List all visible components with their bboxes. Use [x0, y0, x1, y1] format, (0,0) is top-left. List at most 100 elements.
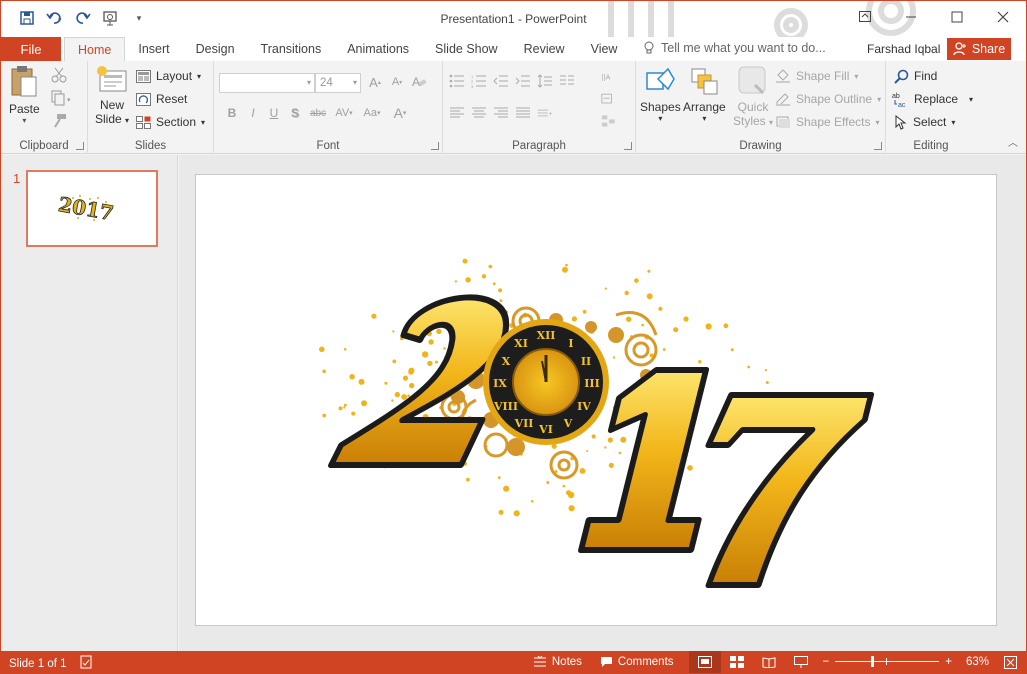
format-painter-button[interactable] — [51, 111, 67, 131]
shadow-button[interactable]: S — [287, 105, 303, 121]
comments-button[interactable]: Comments — [591, 651, 683, 673]
new-slide-button[interactable]: New Slide ▾ — [95, 65, 129, 128]
strikethrough-button[interactable]: abc — [308, 105, 328, 121]
font-size-combo[interactable]: 24 ▾ — [315, 73, 361, 93]
copy-button[interactable]: ▾ — [51, 88, 73, 108]
svg-text:II: II — [581, 355, 591, 368]
zoom-out-button[interactable]: − — [817, 651, 832, 673]
arrange-button[interactable]: Arrange ▾ — [683, 65, 726, 123]
clipboard-launcher-icon[interactable] — [76, 142, 84, 150]
section-label: Section — [156, 115, 197, 129]
new-year-2017-clipart[interactable]: XIIIII IIIIVV VIVIIVIII IXXXI — [196, 175, 996, 625]
normal-view-button[interactable] — [688, 651, 721, 673]
reading-view-button[interactable] — [753, 651, 785, 673]
chevron-down-icon: ▾ — [969, 94, 974, 104]
user-name[interactable]: Farshad Iqbal — [867, 42, 940, 56]
align-left-icon[interactable] — [449, 105, 465, 121]
tab-transitions[interactable]: Transitions — [248, 37, 335, 61]
replace-button[interactable]: ab ac Replace ▾ — [892, 89, 973, 109]
tab-insert[interactable]: Insert — [125, 37, 182, 61]
chevron-down-icon: ▾ — [197, 71, 202, 81]
quick-styles-button[interactable]: Quick Styles ▾ — [733, 65, 773, 130]
clear-formatting-icon[interactable]: A — [411, 74, 427, 90]
smartart-icon[interactable] — [601, 113, 617, 129]
drawing-launcher-icon[interactable] — [874, 142, 882, 150]
underline-button[interactable]: U — [266, 105, 282, 121]
find-button[interactable]: Find — [894, 66, 937, 86]
thumbnail-art-text: 2017 — [57, 192, 116, 225]
tab-home[interactable]: Home — [64, 37, 126, 62]
tab-animations[interactable]: Animations — [334, 37, 422, 61]
svg-text:ac: ac — [898, 102, 906, 108]
zoom-slider-handle[interactable] — [871, 656, 875, 667]
group-drawing: Shapes ▾ Arrange ▾ Quick Styles ▾ Shape F… — [636, 61, 886, 154]
zoom-slider[interactable] — [835, 651, 940, 673]
shrink-font-icon[interactable]: A ▾ — [389, 74, 405, 90]
share-label: Share — [971, 42, 1006, 56]
maximize-icon[interactable] — [934, 1, 980, 33]
minimize-icon[interactable] — [888, 1, 934, 33]
slide-edit-pane: XII I II III IV V VI VII VIII IX X XI — [179, 155, 1026, 651]
font-name-combo[interactable]: ▾ — [219, 73, 315, 93]
bold-button[interactable]: B — [224, 105, 240, 121]
layout-button[interactable]: Layout ▾ — [136, 66, 201, 86]
decrease-indent-icon[interactable] — [493, 73, 509, 89]
ribbon-display-icon[interactable] — [842, 1, 888, 33]
chevron-down-icon: ▾ — [22, 116, 27, 125]
paste-button[interactable]: Paste ▾ — [9, 65, 40, 125]
paint-bucket-icon — [776, 69, 790, 83]
bullets-icon[interactable] — [449, 73, 465, 89]
tab-view[interactable]: View — [578, 37, 631, 61]
quick-styles-label-2: Styles — [733, 114, 766, 128]
collapse-ribbon-icon[interactable]: ︿ — [1008, 134, 1018, 149]
slide-sorter-icon — [729, 656, 744, 668]
columns-icon[interactable] — [559, 73, 575, 89]
text-direction-icon[interactable]: ||A — [601, 69, 617, 85]
shape-fill-label: Shape Fill — [796, 69, 850, 83]
paragraph-launcher-icon[interactable] — [624, 142, 632, 150]
tell-me-box[interactable]: Tell me what you want to do... — [643, 41, 826, 55]
increase-indent-icon[interactable] — [515, 73, 531, 89]
group-slides: New Slide ▾ Layout ▾ Reset Section ▾ Slides — [88, 61, 214, 154]
slide-thumbnail[interactable]: 2017 — [26, 170, 158, 247]
reset-button[interactable]: Reset — [136, 89, 187, 109]
zoom-in-button[interactable]: + — [943, 651, 960, 673]
character-spacing-button[interactable]: AV ▾ — [333, 105, 355, 121]
share-button[interactable]: Share — [947, 38, 1011, 60]
notes-button[interactable]: Notes — [524, 651, 591, 673]
align-center-icon[interactable] — [471, 105, 487, 121]
shape-effects-icon — [776, 116, 790, 128]
slide-show-button[interactable] — [785, 651, 817, 673]
section-button[interactable]: Section ▾ — [136, 112, 205, 132]
fit-slide-button[interactable] — [995, 651, 1026, 673]
shape-effects-button[interactable]: Shape Effects ▾ — [775, 112, 880, 132]
slide-canvas[interactable]: XII I II III IV V VI VII VIII IX X XI — [195, 174, 997, 626]
tab-file[interactable]: File — [1, 37, 61, 61]
tab-design[interactable]: Design — [183, 37, 248, 61]
shapes-button[interactable]: Shapes ▾ — [640, 65, 681, 123]
tab-review[interactable]: Review — [511, 37, 578, 61]
numbering-icon[interactable]: 123 — [471, 73, 487, 89]
slide-sorter-button[interactable] — [721, 651, 753, 673]
font-launcher-icon[interactable] — [431, 142, 439, 150]
grow-font-icon[interactable]: A ▴ — [367, 74, 383, 90]
shape-fill-button[interactable]: Shape Fill ▾ — [775, 66, 858, 86]
spell-check-icon[interactable] — [79, 655, 93, 672]
distributed-icon[interactable]: ▾ — [537, 105, 553, 121]
italic-button[interactable]: I — [245, 105, 261, 121]
comment-icon — [600, 657, 612, 667]
align-right-icon[interactable] — [493, 105, 509, 121]
change-case-button[interactable]: Aa ▾ — [360, 105, 384, 121]
shape-outline-button[interactable]: Shape Outline ▾ — [775, 89, 881, 109]
zoom-level[interactable]: 63% — [960, 651, 995, 673]
justify-icon[interactable] — [515, 105, 531, 121]
cut-button[interactable] — [51, 65, 67, 85]
align-text-icon[interactable] — [601, 91, 617, 107]
select-label: Select — [913, 115, 947, 129]
font-color-button[interactable]: A ▾ — [389, 105, 411, 121]
arrange-icon — [691, 68, 718, 95]
line-spacing-icon[interactable] — [537, 73, 553, 89]
close-icon[interactable] — [980, 1, 1026, 33]
select-button[interactable]: Select ▾ — [894, 112, 955, 132]
tab-slide-show[interactable]: Slide Show — [422, 37, 511, 61]
